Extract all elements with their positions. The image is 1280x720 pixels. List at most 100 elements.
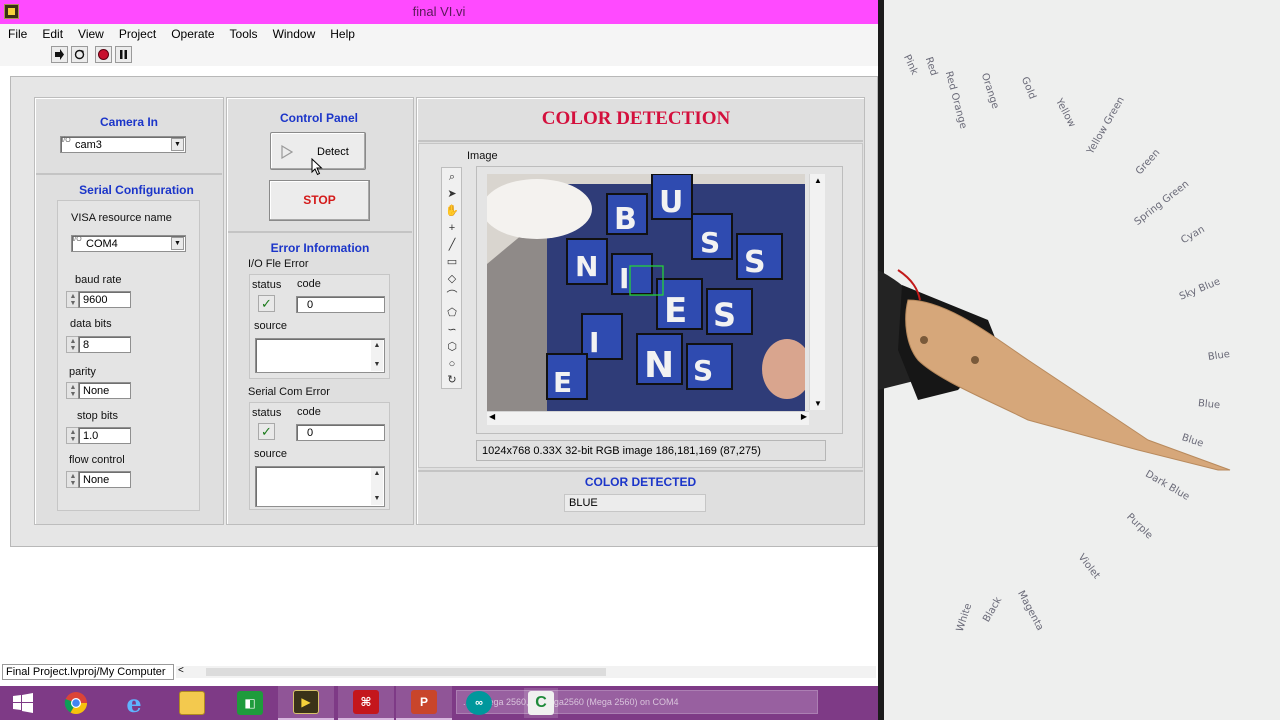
- baud-label: baud rate: [75, 274, 122, 286]
- serial-code-field[interactable]: 0: [296, 424, 385, 441]
- taskbar-store[interactable]: ◧: [222, 686, 278, 720]
- serial-code-label: code: [297, 406, 321, 418]
- menu-window[interactable]: Window: [265, 24, 323, 42]
- scroll-down-icon[interactable]: ▼: [810, 399, 826, 408]
- chevron-down-icon[interactable]: ▼: [171, 237, 184, 250]
- io-code-label: code: [297, 278, 321, 290]
- taskbar-window-preview: ...or Mega 2560, ATmega2560 (Mega 2560) …: [456, 690, 818, 714]
- menu-help[interactable]: Help: [322, 24, 362, 42]
- run-button[interactable]: [51, 46, 68, 63]
- scroll-up-icon[interactable]: ▲: [371, 340, 383, 352]
- detect-label: Detect: [317, 146, 349, 158]
- menu-view[interactable]: View: [70, 24, 111, 42]
- camera-select[interactable]: I/O cam3 ▼: [60, 136, 186, 153]
- io-source-textbox[interactable]: ▲ ▼: [255, 338, 385, 373]
- toolbar: [0, 44, 878, 66]
- divider: [36, 173, 222, 175]
- pan-hand-icon[interactable]: ✋: [444, 204, 460, 219]
- taskbar-file-explorer[interactable]: [164, 686, 220, 720]
- menu-operate[interactable]: Operate: [163, 24, 221, 42]
- color-detection-title: COLOR DETECTION: [541, 108, 731, 129]
- arduino-icon: ∞: [466, 691, 492, 715]
- image-vertical-scrollbar[interactable]: ▲ ▼: [809, 174, 825, 410]
- menu-project[interactable]: Project: [111, 24, 163, 42]
- chevron-down-icon[interactable]: ▼: [171, 138, 184, 151]
- stop-button[interactable]: STOP: [269, 180, 370, 221]
- menu-bar: File Edit View Project Operate Tools Window Hel…: [0, 24, 878, 44]
- freehand-closed-icon[interactable]: ↻: [444, 373, 460, 388]
- serial-status-led: ✓: [258, 423, 275, 440]
- data-bits-field[interactable]: 8: [78, 336, 131, 353]
- divider: [418, 140, 863, 142]
- scroll-left-icon[interactable]: ◀: [489, 412, 495, 421]
- divider: [228, 231, 412, 233]
- scroll-down-icon[interactable]: ▼: [371, 493, 383, 505]
- scroll-up-icon[interactable]: ▲: [810, 176, 826, 185]
- flow-label: flow control: [69, 454, 125, 466]
- windows-logo-icon: [13, 693, 33, 713]
- polygon-tool-icon[interactable]: ⬠: [444, 306, 460, 321]
- image-info-bar: 1024x768 0.33X 32-bit RGB image 186,181,…: [476, 440, 826, 461]
- baud-rate-field[interactable]: 9600: [78, 291, 131, 308]
- serial-error-title: Serial Com Error: [248, 386, 330, 398]
- taskbar-labview[interactable]: ▶: [278, 686, 334, 720]
- freehand-region-icon[interactable]: ⬡: [444, 340, 460, 355]
- powerpoint-icon: P: [411, 690, 437, 714]
- abort-icon: [98, 49, 109, 60]
- io-code-field[interactable]: 0: [296, 296, 385, 313]
- scroll-right-icon[interactable]: ▶: [801, 412, 807, 421]
- scroll-up-icon[interactable]: ▲: [371, 468, 383, 480]
- visa-label: VISA resource name: [71, 212, 172, 224]
- flow-control-field[interactable]: None: [78, 471, 131, 488]
- pause-button[interactable]: [115, 46, 132, 63]
- taskbar-code-editor[interactable]: C: [524, 688, 558, 718]
- parity-field[interactable]: None: [78, 382, 131, 399]
- camera-in-title: Camera In: [99, 115, 159, 129]
- stopbits-label: stop bits: [77, 410, 118, 422]
- zoom-icon[interactable]: ⌕: [444, 170, 460, 185]
- svg-text:U: U: [659, 185, 683, 220]
- scroll-down-icon[interactable]: ▼: [371, 359, 383, 371]
- taskbar-chrome[interactable]: [48, 686, 104, 720]
- taskbar-arduino[interactable]: ∞: [462, 689, 496, 717]
- svg-text:B: B: [614, 202, 637, 237]
- line-tool-icon[interactable]: ╱: [444, 238, 460, 253]
- scroll-thumb[interactable]: [206, 668, 606, 676]
- stop-bits-field[interactable]: 1.0: [78, 427, 131, 444]
- serial-source-textbox[interactable]: ▲ ▼: [255, 466, 385, 507]
- io-source-label: source: [254, 320, 288, 332]
- run-continuously-icon: [74, 49, 85, 60]
- rotated-rect-tool-icon[interactable]: ◇: [444, 272, 460, 287]
- serial-config-title: Serial Configuration: [79, 183, 194, 197]
- abort-button[interactable]: [95, 46, 112, 63]
- camera-feed-picture: BU SS NI ES NI ES: [487, 174, 805, 411]
- camera-image[interactable]: BU SS NI ES NI ES: [487, 174, 805, 411]
- scrollbar[interactable]: ▲ ▼: [371, 340, 383, 371]
- taskbar-powerpoint[interactable]: P: [396, 686, 452, 720]
- menu-file[interactable]: File: [0, 24, 34, 42]
- menu-tools[interactable]: Tools: [222, 24, 265, 42]
- taskbar-acrobat[interactable]: ⌘: [338, 686, 394, 720]
- start-button[interactable]: [0, 686, 46, 720]
- main-horizontal-scrollbar[interactable]: <: [176, 665, 876, 678]
- internet-explorer-icon: e: [126, 688, 142, 718]
- scroll-left-icon[interactable]: <: [178, 665, 184, 676]
- svg-text:N: N: [644, 345, 674, 386]
- rectangle-tool-icon[interactable]: ▭: [444, 255, 460, 270]
- color-detected-value: BLUE: [564, 494, 706, 512]
- play-icon: [281, 145, 293, 159]
- annulus-tool-icon[interactable]: ⌒: [444, 289, 460, 304]
- project-path: Final Project.lvproj/My Computer: [2, 664, 174, 680]
- pointer-tool-icon[interactable]: ➤: [444, 187, 460, 202]
- visa-resource-select[interactable]: I/O COM4 ▼: [71, 235, 186, 252]
- databits-label: data bits: [70, 318, 112, 330]
- image-horizontal-scrollbar[interactable]: ◀ ▶: [487, 411, 809, 425]
- scrollbar[interactable]: ▲ ▼: [371, 468, 383, 505]
- menu-edit[interactable]: Edit: [34, 24, 70, 42]
- run-continuously-button[interactable]: [71, 46, 88, 63]
- freehand-line-icon[interactable]: ∽: [444, 323, 460, 338]
- oval-tool-icon[interactable]: ○: [444, 357, 460, 372]
- camera-value: cam3: [75, 139, 102, 151]
- point-tool-icon[interactable]: +: [444, 221, 460, 236]
- taskbar-internet-explorer[interactable]: e: [106, 686, 162, 720]
